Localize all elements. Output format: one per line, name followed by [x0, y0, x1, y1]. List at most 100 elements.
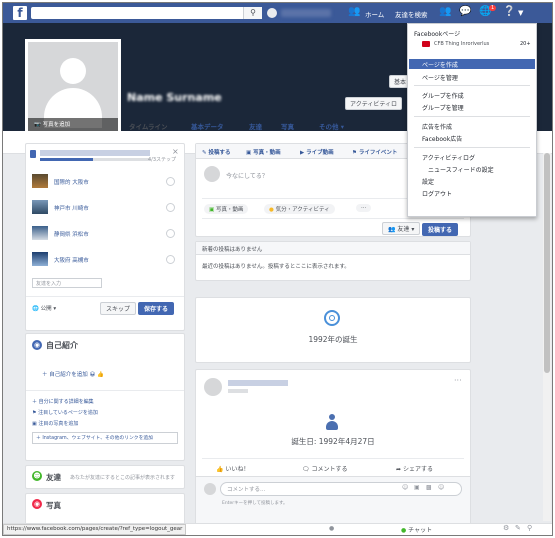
feeling-activity-button[interactable]: ● 気分・アクティビティ — [264, 204, 335, 214]
post-button[interactable]: 投稿する — [422, 223, 459, 236]
settings-item[interactable]: 設定 — [422, 177, 434, 186]
select-radio[interactable] — [166, 177, 175, 186]
messages-icon[interactable]: 💬 — [459, 6, 471, 17]
no-posts-card: 新着の投稿はありません 最近の投稿はありません。投稿するとここに表示されます。 — [195, 241, 471, 281]
facebook-ads-item[interactable]: Facebook広告 — [422, 134, 462, 143]
select-radio[interactable] — [166, 229, 175, 238]
person-name[interactable]: 静岡県 浜松市 — [54, 230, 89, 238]
person-name[interactable]: 大阪府 高槻市 — [54, 256, 89, 264]
friends-title[interactable]: 友達 — [46, 472, 61, 483]
divider — [202, 218, 464, 219]
chat-settings-icon[interactable]: ⚙ — [503, 524, 509, 532]
activity-log-item[interactable]: アクティビティログ — [422, 153, 475, 162]
composer-input[interactable]: 今なにしてる？ — [226, 171, 268, 180]
avatar[interactable] — [204, 378, 222, 396]
edit-details-link[interactable]: ＋ 自分に関する詳細を編集 — [32, 398, 94, 405]
chat-search-icon[interactable]: ⚲ — [527, 524, 532, 532]
default-avatar-head — [60, 58, 86, 84]
search-icon[interactable]: ⚲ — [243, 7, 262, 19]
share-button[interactable]: ➦ シェアする — [396, 464, 433, 473]
manage-groups-item[interactable]: グループを管理 — [422, 103, 464, 112]
help-icon[interactable]: ❔ — [503, 6, 515, 17]
person-photo[interactable] — [32, 174, 48, 188]
page-link[interactable]: CFB Thing Inroriverlus — [434, 41, 489, 47]
friend-requests-top-icon[interactable]: 👥 — [348, 6, 360, 17]
person-icon-head — [329, 414, 335, 420]
post-author[interactable] — [228, 380, 288, 386]
friend-name-input[interactable]: 友達を入力 — [32, 278, 102, 288]
audience-selector[interactable]: 👥 友達 ▾ — [382, 222, 421, 235]
smiley-icon: ● — [269, 207, 274, 213]
composer-tab-post[interactable]: ✎ 投稿する — [202, 148, 231, 156]
person-photo[interactable] — [32, 252, 48, 266]
close-icon[interactable]: × — [172, 147, 179, 156]
person-photo[interactable] — [32, 226, 48, 240]
add-featured-pages-link[interactable]: ⚑ 注目しているページを追加 — [32, 409, 98, 416]
select-radio[interactable] — [166, 203, 175, 212]
post-options-icon[interactable]: ··· — [454, 376, 462, 385]
search-input[interactable] — [31, 7, 257, 19]
notification-badge: 1 — [489, 5, 497, 11]
composer-tab-photo[interactable]: ▣ 写真・動画 — [246, 148, 281, 156]
gif-icon[interactable]: ▩ — [426, 484, 432, 491]
page-scrollbar[interactable] — [543, 153, 551, 521]
tab-timeline[interactable]: タイムライン — [129, 121, 168, 131]
account-menu-chevron-icon[interactable]: ▼ — [518, 9, 523, 17]
like-button[interactable]: 👍 いいね！ — [216, 464, 249, 473]
tab-friends[interactable]: 友達 — [249, 121, 262, 131]
camera-icon[interactable]: ▣ — [414, 484, 420, 491]
birthday-text: 誕生日: 1992年4月27日 — [291, 437, 375, 446]
scrollbar-thumb[interactable] — [544, 153, 550, 373]
facebook-logo[interactable]: f — [13, 6, 27, 20]
create-page-item[interactable]: ページを作成 — [422, 60, 458, 69]
privacy-selector[interactable]: 🌐 公開 ▾ — [32, 304, 56, 312]
profile-name-link[interactable] — [281, 9, 331, 17]
tab-about[interactable]: 基本データ — [191, 121, 224, 131]
add-featured-photos-link[interactable]: ▣ 注目の写真を追加 — [32, 420, 78, 427]
sticker-icon[interactable]: ☺ — [438, 484, 444, 491]
person-name[interactable]: 神戸市 川崎市 — [54, 204, 89, 212]
edit-details-label: 自分に関する詳細を編集 — [38, 399, 94, 405]
person-photo[interactable] — [32, 200, 48, 214]
tab-more[interactable]: その他 ▾ — [319, 121, 344, 131]
add-links-button[interactable]: ＋ Instagram、ウェブサイト、その他のリンクを追加 — [32, 432, 178, 444]
person-icon-body — [326, 421, 338, 430]
target-icon — [324, 310, 340, 326]
profile-picture[interactable]: 📷 写真を追加 — [25, 39, 121, 135]
skip-button[interactable]: スキップ — [100, 302, 137, 315]
person-name[interactable]: 国際的 大阪市 — [54, 178, 89, 186]
update-photo-button[interactable]: 📷 写真を追加 — [28, 118, 118, 132]
comment-button[interactable]: 🗨 コメントする — [302, 464, 348, 473]
home-link[interactable]: ホーム — [365, 9, 384, 19]
profile-name: Name Surname — [127, 91, 222, 104]
avatar[interactable] — [267, 8, 277, 18]
manage-pages-item[interactable]: ページを管理 — [422, 73, 458, 82]
composer-tab-live[interactable]: ▶ ライブ動画 — [300, 148, 334, 156]
post-timestamp[interactable] — [228, 389, 248, 393]
create-ads-item[interactable]: 広告を作成 — [422, 122, 452, 131]
composer-tab-life-event-label: ライフイベント — [358, 150, 398, 156]
save-button[interactable]: 保存する — [138, 302, 175, 315]
more-options-button[interactable]: ··· — [356, 204, 372, 212]
friend-requests-icon[interactable]: 👥 — [439, 6, 451, 17]
chat-button[interactable]: ● チャット — [401, 525, 432, 534]
create-group-item[interactable]: グループを作成 — [422, 91, 464, 100]
composer-tab-life-event[interactable]: ⚑ ライフイベント — [352, 148, 397, 156]
add-bio-link[interactable]: ＋ 自己紹介を追加 😀 👍 — [42, 370, 104, 378]
divider — [414, 85, 530, 86]
emoji-icon[interactable]: ☺ — [402, 484, 408, 491]
online-dot-icon: ● — [401, 527, 407, 534]
person-icon — [326, 414, 338, 430]
photos-title[interactable]: 写真 — [46, 500, 61, 511]
select-radio[interactable] — [166, 255, 175, 264]
progress-text: 4/3ステップ — [148, 157, 177, 163]
news-feed-preferences-item[interactable]: ニュースフィードの設定 — [428, 165, 494, 174]
activity-log-button[interactable]: アクティビティロ — [345, 97, 402, 110]
chat-label: チャット — [408, 527, 433, 534]
photo-video-button[interactable]: ▣ 写真・動画 — [204, 204, 249, 214]
account-dropdown-menu: Facebookページ CFB Thing Inroriverlus 20+ ペ… — [407, 23, 537, 217]
find-friends-link[interactable]: 友達を検索 — [395, 9, 428, 19]
tab-photos[interactable]: 写真 — [281, 121, 294, 131]
new-message-icon[interactable]: ✎ — [515, 524, 521, 532]
logout-item[interactable]: ログアウト — [422, 189, 452, 198]
